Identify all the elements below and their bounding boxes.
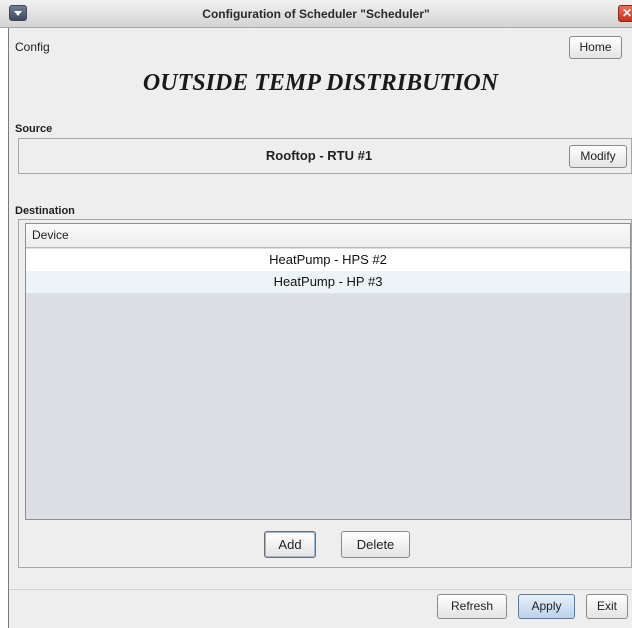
window-content: Config Home OUTSIDE TEMP DISTRIBUTION So… [9,28,632,628]
menu-bar: Config Home [9,28,632,66]
apply-button[interactable]: Apply [518,594,575,619]
title-bar[interactable]: Configuration of Scheduler "Scheduler" ✕ [0,0,632,28]
footer-divider [9,589,632,590]
home-button[interactable]: Home [569,36,622,59]
refresh-button[interactable]: Refresh [437,594,507,619]
menu-config[interactable]: Config [15,40,50,54]
scheduler-config-window: Configuration of Scheduler "Scheduler" ✕… [0,0,632,628]
exit-button[interactable]: Exit [586,594,628,619]
source-panel: Rooftop - RTU #1 Modify [18,138,632,174]
table-row[interactable]: HeatPump - HPS #2 [26,249,630,271]
window-title: Configuration of Scheduler "Scheduler" [202,7,430,21]
column-header-device[interactable]: Device [26,224,630,248]
delete-button[interactable]: Delete [341,531,410,558]
destination-label: Destination [15,205,75,217]
source-device-name: Rooftop - RTU #1 [265,148,373,163]
page-title: OUTSIDE TEMP DISTRIBUTION [142,70,499,96]
close-icon: ✕ [621,6,632,20]
close-button[interactable]: ✕ [618,5,632,22]
source-label: Source [15,123,53,135]
table-row[interactable]: HeatPump - HP #3 [26,271,630,293]
destination-panel: Device HeatPump - HPS #2 HeatPump - HP #… [18,219,632,568]
add-button[interactable]: Add [264,531,316,558]
modify-button[interactable]: Modify [569,145,627,168]
destination-table[interactable]: Device HeatPump - HPS #2 HeatPump - HP #… [25,223,631,520]
